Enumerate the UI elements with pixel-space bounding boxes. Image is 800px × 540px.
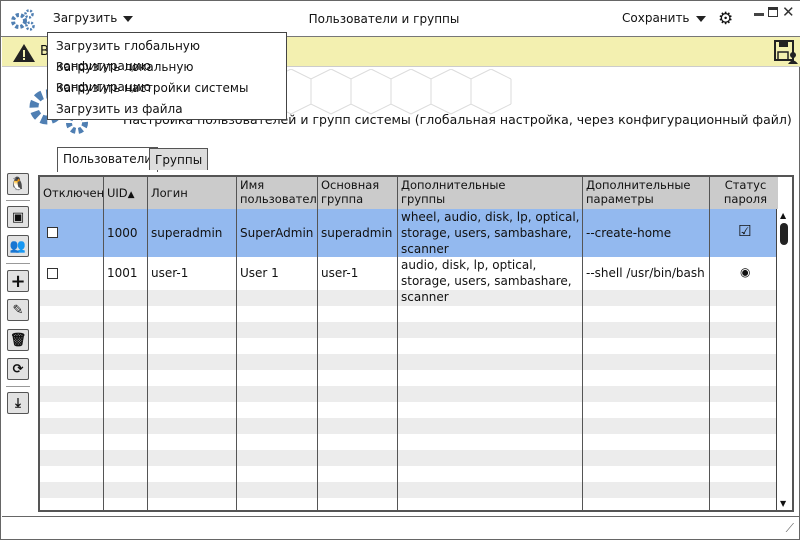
caret-down-icon <box>695 15 706 22</box>
refresh-icon[interactable]: ⟳ <box>7 358 29 380</box>
resize-grip-icon[interactable]: ⟋ <box>786 521 794 536</box>
cell-name: User 1 <box>240 266 279 280</box>
cell-extra-groups: wheel, audio, disk, lp, optical, storage… <box>401 210 580 256</box>
cell-group: superadmin <box>321 226 393 240</box>
menu-item-load-system[interactable]: Загрузить настройки системы <box>48 78 286 99</box>
column-divider <box>582 177 583 510</box>
divider <box>6 200 30 201</box>
empty-table-row <box>40 450 778 466</box>
header-disabled[interactable]: Отключен <box>40 186 103 200</box>
save-user-icon[interactable] <box>774 40 798 64</box>
minimize-button[interactable] <box>754 13 764 16</box>
edit-icon[interactable]: ✎ <box>7 299 29 321</box>
tab-users[interactable]: Пользователи <box>57 147 159 172</box>
empty-table-row <box>40 402 778 418</box>
cell-login: superadmin <box>151 226 223 240</box>
header-extra-groups[interactable]: Дополнительные группы <box>398 178 518 206</box>
empty-table-row <box>40 306 778 322</box>
linux-icon[interactable]: 🐧 <box>7 173 29 195</box>
menu-item-load-global[interactable]: Загрузить глобальную конфигурацию <box>48 36 286 73</box>
scroll-up-icon[interactable]: ▲ <box>780 211 786 220</box>
status-bar: ⟋ <box>2 516 800 540</box>
warning-icon <box>13 44 35 62</box>
save-menu-button[interactable]: Сохранить <box>622 11 706 25</box>
empty-table-row <box>40 434 778 450</box>
plus-icon[interactable]: + <box>7 270 29 292</box>
cell-params: --shell /usr/bin/bash <box>586 266 705 280</box>
column-divider <box>397 177 398 510</box>
close-button[interactable]: ✕ <box>782 3 795 21</box>
empty-table-row <box>40 338 778 354</box>
cell-uid: 1001 <box>107 266 138 280</box>
scroll-thumb[interactable] <box>780 223 788 245</box>
disabled-checkbox[interactable] <box>47 227 58 238</box>
column-divider <box>317 177 318 510</box>
header-name[interactable]: Имя пользователя <box>237 178 317 206</box>
empty-table-row <box>40 386 778 402</box>
sort-asc-icon: ▲ <box>127 190 135 200</box>
header-uid-label: UID <box>107 186 128 200</box>
column-divider <box>709 177 710 510</box>
menu-item-load-local[interactable]: Загрузить локальную конфигурацию <box>48 57 286 94</box>
header-group[interactable]: Основная группа <box>318 178 396 206</box>
header-password-status[interactable]: Статус пароля <box>710 178 778 206</box>
cell-group: user-1 <box>321 266 359 280</box>
user-card-icon[interactable]: ▣ <box>7 206 29 228</box>
table-row-selected[interactable]: 1000 superadmin SuperAdmin superadmin wh… <box>40 209 778 257</box>
header-params[interactable]: Дополнительные параметры <box>583 178 703 206</box>
table-row[interactable]: 1001 user-1 User 1 user-1 audio, disk, l… <box>40 257 778 304</box>
header-uid[interactable]: UID▲ <box>104 186 135 202</box>
scroll-down-icon[interactable]: ▼ <box>780 499 786 508</box>
empty-table-row <box>40 354 778 370</box>
tab-groups[interactable]: Группы <box>149 148 209 170</box>
load-dropdown-menu: Загрузить глобальную конфигурацию Загруз… <box>47 32 287 120</box>
cell-uid: 1000 <box>107 226 138 240</box>
empty-table-row <box>40 498 778 510</box>
vertical-scrollbar[interactable]: ▲ ▼ <box>776 209 792 510</box>
empty-table-row <box>40 418 778 434</box>
divider <box>6 386 30 387</box>
menu-item-load-file[interactable]: Загрузить из файла <box>48 99 286 120</box>
cell-params: --create-home <box>586 226 672 240</box>
password-radio-icon: ◉ <box>740 265 751 279</box>
disabled-checkbox[interactable] <box>47 268 58 279</box>
cell-extra-groups: audio, disk, lp, optical, storage, users… <box>401 258 572 304</box>
maximize-button[interactable] <box>768 7 778 17</box>
cell-login: user-1 <box>151 266 189 280</box>
column-divider <box>103 177 104 510</box>
password-checked-icon: ☑ <box>738 223 752 239</box>
empty-table-row <box>40 466 778 482</box>
trash-icon[interactable]: 🗑 <box>7 329 29 351</box>
column-divider <box>236 177 237 510</box>
settings-gear-icon[interactable]: ⚙ <box>718 9 733 29</box>
download-icon[interactable]: ⤓ <box>7 392 29 414</box>
empty-table-row <box>40 370 778 386</box>
empty-table-row <box>40 322 778 338</box>
window: Загрузить Пользователи и группы Сохранит… <box>0 0 800 540</box>
header-login[interactable]: Логин <box>148 186 188 200</box>
users-table: Отключен UID▲ Логин Имя пользователя Осн… <box>38 175 794 512</box>
cell-name: SuperAdmin <box>240 226 314 240</box>
empty-table-row <box>40 482 778 498</box>
column-divider <box>147 177 148 510</box>
divider <box>6 263 30 264</box>
users-group-icon[interactable]: 👥 <box>7 235 29 257</box>
save-label: Сохранить <box>622 11 690 25</box>
